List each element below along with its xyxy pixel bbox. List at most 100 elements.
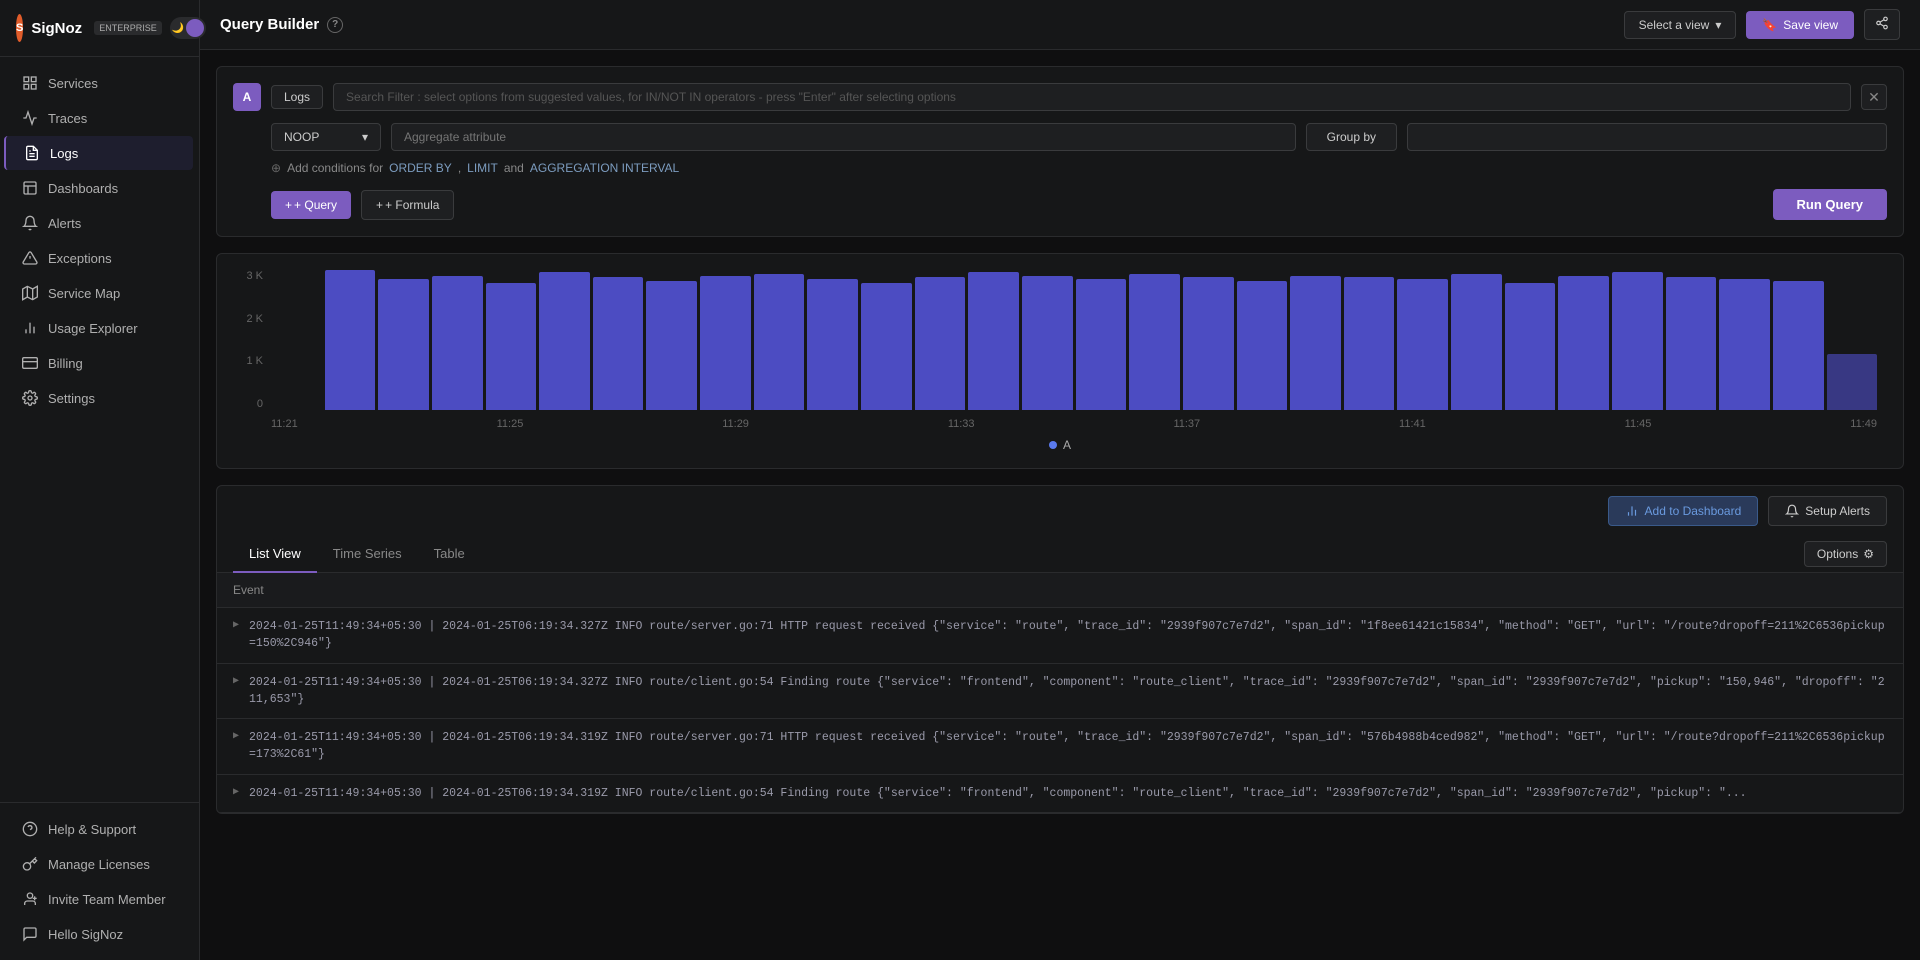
noop-select[interactable]: NOOP ▾	[271, 123, 381, 151]
close-filter-button[interactable]: ✕	[1861, 84, 1887, 110]
event-text: 2024-01-25T11:49:34+05:30 | 2024-01-25T0…	[249, 618, 1887, 653]
chart-bar	[700, 276, 751, 410]
results-section: Add to Dashboard Setup Alerts List View …	[216, 485, 1904, 814]
help-tooltip-icon[interactable]: ?	[327, 17, 343, 33]
moon-icon: 🌙	[172, 23, 184, 34]
bar-chart-icon	[22, 320, 38, 336]
share-button[interactable]	[1864, 9, 1900, 40]
chart-bar	[1773, 281, 1824, 410]
chart-bar	[1129, 274, 1180, 410]
sidebar-item-help[interactable]: Help & Support	[6, 812, 193, 846]
chart-bar	[1344, 277, 1395, 410]
sidebar-item-hello[interactable]: Hello SigNoz	[6, 917, 193, 951]
event-row[interactable]: ▶ 2024-01-25T11:49:34+05:30 | 2024-01-25…	[217, 719, 1903, 775]
aggregation-interval-link[interactable]: AGGREGATION INTERVAL	[530, 161, 679, 175]
event-text: 2024-01-25T11:49:34+05:30 | 2024-01-25T0…	[249, 729, 1887, 764]
x-label-1129: 11:29	[722, 418, 749, 430]
filter-input-area[interactable]: Search Filter : select options from sugg…	[333, 83, 1851, 111]
chart-bars	[271, 270, 1877, 410]
sidebar-item-logs[interactable]: Logs	[4, 136, 193, 170]
chart-section: 3 K 2 K 1 K 0 11:21 11:25 11:29 11:33 11…	[216, 253, 1904, 469]
select-view-button[interactable]: Select a view ▾	[1624, 11, 1737, 39]
sidebar-label-services: Services	[48, 76, 98, 91]
main-header: Query Builder ? Select a view ▾ 🔖 Save v…	[200, 0, 1920, 50]
options-button[interactable]: Options ⚙	[1804, 541, 1887, 567]
sidebar-item-exceptions[interactable]: Exceptions	[6, 241, 193, 275]
chart-bar	[1290, 276, 1341, 410]
add-to-dashboard-button[interactable]: Add to Dashboard	[1608, 496, 1759, 526]
plus-icon: +	[285, 198, 292, 212]
sidebar-item-settings[interactable]: Settings	[6, 381, 193, 415]
event-text: 2024-01-25T11:49:34+05:30 | 2024-01-25T0…	[249, 674, 1887, 709]
x-label-1125: 11:25	[497, 418, 524, 430]
results-tabs: List View Time Series Table Options ⚙	[217, 536, 1903, 573]
page-title: Query Builder	[220, 16, 319, 33]
expand-icon[interactable]: ⊕	[271, 161, 281, 175]
chart-bar	[539, 272, 590, 410]
chart-x-axis: 11:21 11:25 11:29 11:33 11:37 11:41 11:4…	[271, 418, 1877, 430]
x-label-1133: 11:33	[948, 418, 975, 430]
sidebar-label-manage-licenses: Manage Licenses	[48, 857, 150, 872]
chart-bar	[1827, 354, 1878, 410]
chart-bar	[1666, 277, 1717, 410]
expand-row-icon[interactable]: ▶	[233, 786, 239, 798]
expand-row-icon[interactable]: ▶	[233, 730, 239, 742]
sidebar-item-traces[interactable]: Traces	[6, 101, 193, 135]
message-circle-icon	[22, 926, 38, 942]
sidebar-item-alerts[interactable]: Alerts	[6, 206, 193, 240]
add-formula-button[interactable]: + + Formula	[361, 190, 454, 220]
sidebar-label-help: Help & Support	[48, 822, 136, 837]
bookmark-icon: 🔖	[1762, 18, 1777, 32]
expand-row-icon[interactable]: ▶	[233, 619, 239, 631]
bell-alerts-icon	[1785, 504, 1799, 518]
chart-bar	[1022, 276, 1073, 410]
event-row[interactable]: ▶ 2024-01-25T11:49:34+05:30 | 2024-01-25…	[217, 608, 1903, 664]
theme-toggle[interactable]: 🌙	[170, 17, 206, 39]
chart-bar	[968, 272, 1019, 410]
sidebar-item-manage-licenses[interactable]: Manage Licenses	[6, 847, 193, 881]
x-label-1141: 11:41	[1399, 418, 1426, 430]
query-row-a: A Logs Search Filter : select options fr…	[233, 83, 1887, 111]
chart-bar	[1719, 279, 1770, 410]
sidebar-item-invite[interactable]: Invite Team Member	[6, 882, 193, 916]
sidebar-nav: Services Traces Logs Dashboards Alerts E…	[0, 57, 199, 802]
group-by-input[interactable]	[1407, 123, 1887, 151]
sidebar-bottom: Help & Support Manage Licenses Invite Te…	[0, 802, 199, 960]
aggregate-attribute-input[interactable]	[391, 123, 1296, 151]
expand-row-icon[interactable]: ▶	[233, 675, 239, 687]
setup-alerts-button[interactable]: Setup Alerts	[1768, 496, 1887, 526]
sidebar-item-service-map[interactable]: Service Map	[6, 276, 193, 310]
add-query-button[interactable]: + + Query	[271, 191, 351, 219]
query-actions: + + Query + + Formula Run Query	[233, 189, 1887, 220]
data-source-tag[interactable]: Logs	[271, 85, 323, 109]
event-text: 2024-01-25T11:49:34+05:30 | 2024-01-25T0…	[249, 785, 1887, 802]
chart-bar	[593, 277, 644, 410]
filter-placeholder: Search Filter : select options from sugg…	[346, 90, 956, 104]
bar-chart-add-icon	[1625, 504, 1639, 518]
tab-list-view[interactable]: List View	[233, 536, 317, 573]
run-query-button[interactable]: Run Query	[1773, 189, 1887, 220]
chevron-down-icon: ▾	[1715, 18, 1721, 32]
query-builder-section: A Logs Search Filter : select options fr…	[216, 66, 1904, 237]
sidebar-item-billing[interactable]: Billing	[6, 346, 193, 380]
bell-icon	[22, 215, 38, 231]
sidebar-item-dashboards[interactable]: Dashboards	[6, 171, 193, 205]
save-view-button[interactable]: 🔖 Save view	[1746, 11, 1854, 39]
sidebar-item-usage-explorer[interactable]: Usage Explorer	[6, 311, 193, 345]
chevron-down-icon: ▾	[362, 130, 368, 144]
map-icon	[22, 285, 38, 301]
tab-table[interactable]: Table	[418, 536, 481, 573]
main-content: A Logs Search Filter : select options fr…	[200, 50, 1920, 960]
chart-bar	[1076, 279, 1127, 410]
layout-icon	[22, 180, 38, 196]
order-by-link[interactable]: ORDER BY	[389, 161, 452, 175]
event-row[interactable]: ▶ 2024-01-25T11:49:34+05:30 | 2024-01-25…	[217, 775, 1903, 813]
limit-link[interactable]: LIMIT	[467, 161, 498, 175]
sidebar-item-services[interactable]: Services	[6, 66, 193, 100]
sidebar-label-settings: Settings	[48, 391, 95, 406]
tab-time-series[interactable]: Time Series	[317, 536, 418, 573]
chart-bar	[1505, 283, 1556, 410]
event-row[interactable]: ▶ 2024-01-25T11:49:34+05:30 | 2024-01-25…	[217, 664, 1903, 720]
activity-icon	[22, 110, 38, 126]
logo-icon: S	[16, 14, 23, 42]
